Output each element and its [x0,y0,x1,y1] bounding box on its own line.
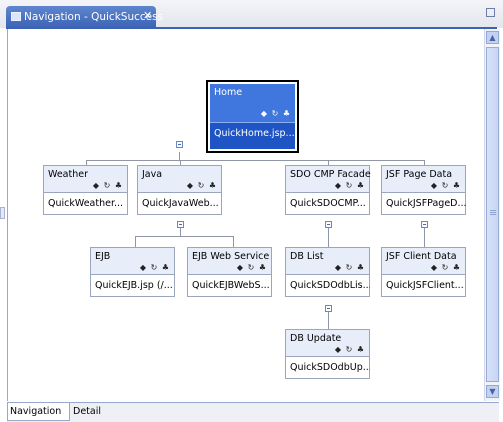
page-node-home[interactable]: Home ◆ ↻ ♣ QuickHome.jsp... [206,80,299,153]
node-action-icons: ◆ ↻ ♣ [430,263,461,272]
collapse-toggle[interactable] [176,141,183,148]
collapse-toggle[interactable] [177,221,184,228]
node-action-icons: ◆ ↻ ♣ [236,263,267,272]
node-title: EJB Web Service [192,251,270,262]
connector-line [135,236,136,247]
node-title: SDO CMP Facade [290,169,371,180]
tab-detail[interactable]: Detail [71,403,107,421]
node-action-icons: ◆ ↻ ♣ [186,181,217,190]
node-action-icons: ◆ ↻ ♣ [334,345,365,354]
node-title: Java [142,169,163,180]
page-node-db-update[interactable]: DB Update ◆ ↻ ♣ QuickSDOdbUp... [285,329,370,379]
node-title: EJB [95,251,111,262]
page-node-jsf-page-data[interactable]: JSF Page Data ◆ ↻ ♣ QuickJSFPageD... [381,165,466,215]
node-action-icons: ◆ ↻ ♣ [139,263,170,272]
navigation-diagram-canvas[interactable]: Home ◆ ↻ ♣ QuickHome.jsp... Weather ◆ ↻ ♣… [7,29,485,401]
connector-line [86,160,424,161]
tab-navigation-quicksuccess[interactable]: Navigation - QuickSuccess ✕ [6,6,163,28]
maximize-icon[interactable] [486,8,495,17]
page-node-java[interactable]: Java ◆ ↻ ♣ QuickJavaWeb... [137,165,222,215]
node-title: DB List [290,251,324,262]
thumb-grip [490,212,496,213]
node-action-icons: ◆ ↻ ♣ [334,181,365,190]
page-node-db-list[interactable]: DB List ◆ ↻ ♣ QuickSDOdbLis... [285,247,370,297]
scroll-down-button[interactable]: ▼ [486,385,499,398]
page-node-sdo-cmp-facade[interactable]: SDO CMP Facade ◆ ↻ ♣ QuickSDOCMP... [285,165,371,215]
node-file: QuickSDOdbUp... [290,362,370,373]
node-file: QuickEJBWebS... [192,280,270,291]
node-file: QuickEJB.jsp (/... [95,280,173,291]
scrollbar-thumb[interactable] [486,47,499,382]
connector-line [135,236,233,237]
page-node-ejb[interactable]: EJB ◆ ↻ ♣ QuickEJB.jsp (/... [90,247,175,297]
page-node-jsf-client-data[interactable]: JSF Client Data ◆ ↻ ♣ QuickJSFClient... [381,247,466,297]
node-file: QuickSDOCMP... [290,198,366,209]
collapse-toggle[interactable] [421,221,428,228]
close-icon[interactable]: ✕ [143,9,152,22]
scroll-up-button[interactable]: ▲ [486,31,499,44]
node-action-icons: ◆ ↻ ♣ [92,181,123,190]
connector-line [328,227,329,247]
tab-navigation[interactable]: Navigation [7,403,70,421]
navigation-editor-window: Navigation - QuickSuccess ✕ Home ◆ ↻ ♣ Q… [0,0,503,422]
node-action-icons: ◆ ↻ ♣ [260,109,291,118]
node-title: Home [214,87,243,98]
node-file: QuickSDOdbLis... [290,280,370,291]
navigation-view-icon [11,12,21,21]
node-title: DB Update [290,333,342,344]
node-action-icons: ◆ ↻ ♣ [334,263,365,272]
collapse-toggle[interactable] [325,221,332,228]
node-title: Weather [48,169,88,180]
connector-line [179,152,180,160]
node-file: QuickHome.jsp... [214,128,294,139]
connector-line [424,227,425,247]
editor-tab-bar: Navigation - QuickSuccess ✕ [0,0,503,28]
page-node-ejb-web-service[interactable]: EJB Web Service ◆ ↻ ♣ QuickEJBWebS... [187,247,272,297]
page-node-weather[interactable]: Weather ◆ ↻ ♣ QuickWeather... [43,165,128,215]
node-title: JSF Client Data [386,251,457,262]
thumb-grip [490,210,496,211]
node-file: QuickJavaWeb... [142,198,219,209]
resize-handle[interactable] [0,207,5,219]
vertical-scrollbar[interactable]: ▲ ▼ [484,29,500,401]
collapse-toggle[interactable] [325,305,332,312]
node-title: JSF Page Data [386,169,453,180]
connector-line [233,236,234,247]
node-file: QuickJSFPageD... [386,198,466,209]
node-action-icons: ◆ ↻ ♣ [430,181,461,190]
editor-bottom-tabs: Navigation Detail [7,402,499,422]
thumb-grip [490,214,496,215]
node-file: QuickJSFClient... [386,280,464,291]
connector-line [180,227,181,236]
node-file: QuickWeather... [48,198,124,209]
connector-line [328,311,329,329]
